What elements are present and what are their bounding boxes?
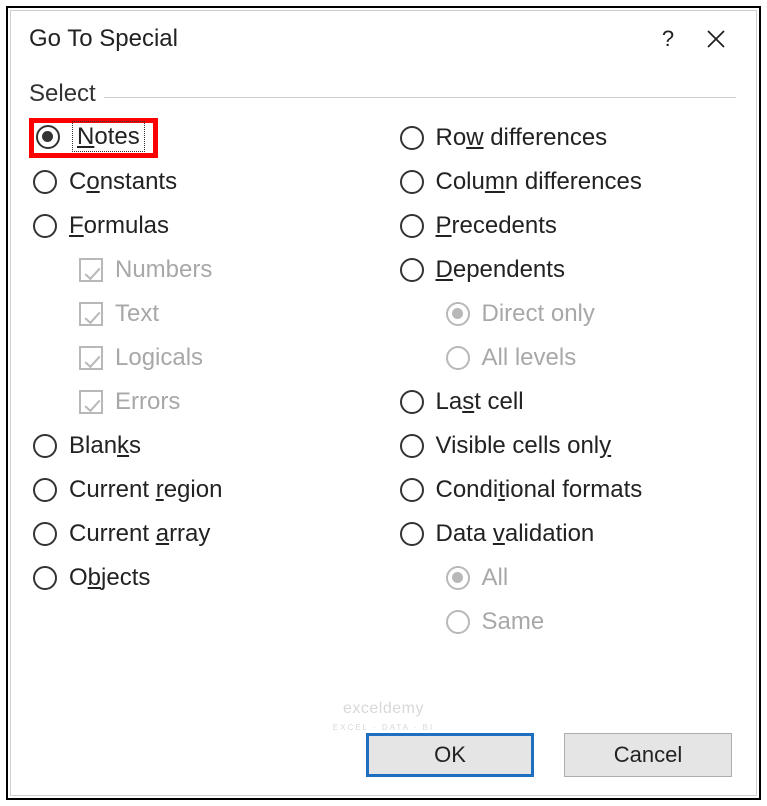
option-col-diff-row[interactable]: Column differences [398,160,737,204]
check-numbers [79,258,103,282]
label-objects: Objects [69,564,150,592]
radio-current-region[interactable] [33,478,57,502]
label-precedents: Precedents [436,212,557,240]
label-cond-formats: Conditional formats [436,476,643,504]
left-column: Notes Constants Formulas Num [31,116,370,644]
radio-blanks[interactable] [33,434,57,458]
option-dependents-row[interactable]: Dependents [398,248,737,292]
help-button[interactable]: ? [644,21,692,57]
radio-dependents[interactable] [400,258,424,282]
option-precedents-row[interactable]: Precedents [398,204,737,248]
label-logicals: Logicals [115,344,203,372]
option-current-region-row[interactable]: Current region [31,468,370,512]
radio-cond-formats[interactable] [400,478,424,502]
option-numbers-row: Numbers [31,248,370,292]
option-last-cell-row[interactable]: Last cell [398,380,737,424]
label-col-diff: Column differences [436,168,642,196]
option-logicals-row: Logicals [31,336,370,380]
label-same: Same [482,608,545,636]
label-last-cell: Last cell [436,388,524,416]
label-visible: Visible cells only [436,432,612,460]
radio-notes[interactable] [36,125,60,149]
go-to-special-dialog: Go To Special ? Select Notes [10,10,757,796]
option-text-row: Text [31,292,370,336]
dialog-title: Go To Special [29,25,644,53]
label-formulas: Formulas [69,212,169,240]
label-notes: Notes [72,123,145,151]
radio-direct-only [446,302,470,326]
check-text [79,302,103,326]
label-all-levels: All levels [482,344,577,372]
option-all-levels-row: All levels [398,336,737,380]
option-same-row: Same [398,600,737,644]
label-row-diff: Row differences [436,124,608,152]
dialog-footer: OK Cancel [11,725,756,795]
cancel-button[interactable]: Cancel [564,733,732,777]
radio-visible[interactable] [400,434,424,458]
radio-current-array[interactable] [33,522,57,546]
radio-constants[interactable] [33,170,57,194]
label-direct-only: Direct only [482,300,595,328]
option-constants-row[interactable]: Constants [31,160,370,204]
option-all-row: All [398,556,737,600]
radio-last-cell[interactable] [400,390,424,414]
option-errors-row: Errors [31,380,370,424]
radio-col-diff[interactable] [400,170,424,194]
option-cond-formats-row[interactable]: Conditional formats [398,468,737,512]
radio-formulas[interactable] [33,214,57,238]
option-visible-row[interactable]: Visible cells only [398,424,737,468]
right-column: Row differences Column differences Prece… [398,116,737,644]
label-numbers: Numbers [115,256,212,284]
radio-all [446,566,470,590]
option-direct-only-row: Direct only [398,292,737,336]
label-text: Text [115,300,159,328]
radio-all-levels [446,346,470,370]
check-logicals [79,346,103,370]
radio-data-validation[interactable] [400,522,424,546]
close-icon [706,29,726,49]
option-current-array-row[interactable]: Current array [31,512,370,556]
option-formulas-row[interactable]: Formulas [31,204,370,248]
check-errors [79,390,103,414]
radio-row-diff[interactable] [400,126,424,150]
option-notes-row[interactable]: Notes [31,116,370,160]
label-current-region: Current region [69,476,222,504]
ok-button[interactable]: OK [366,733,534,777]
titlebar: Go To Special ? [11,11,756,65]
option-blanks-row[interactable]: Blanks [31,424,370,468]
radio-precedents[interactable] [400,214,424,238]
label-errors: Errors [115,388,180,416]
label-data-validation: Data validation [436,520,595,548]
option-objects-row[interactable]: Objects [31,556,370,600]
label-all: All [482,564,509,592]
option-data-validation-row[interactable]: Data validation [398,512,737,556]
label-dependents: Dependents [436,256,565,284]
radio-objects[interactable] [33,566,57,590]
label-constants: Constants [69,168,177,196]
highlight-notes: Notes [29,118,158,158]
dialog-content: Select Notes Constants [11,65,756,725]
group-label: Select [29,80,104,108]
close-button[interactable] [692,21,740,57]
option-row-diff-row[interactable]: Row differences [398,116,737,160]
label-current-array: Current array [69,520,210,548]
radio-same [446,610,470,634]
select-group: Select Notes Constants [31,97,736,644]
label-blanks: Blanks [69,432,141,460]
